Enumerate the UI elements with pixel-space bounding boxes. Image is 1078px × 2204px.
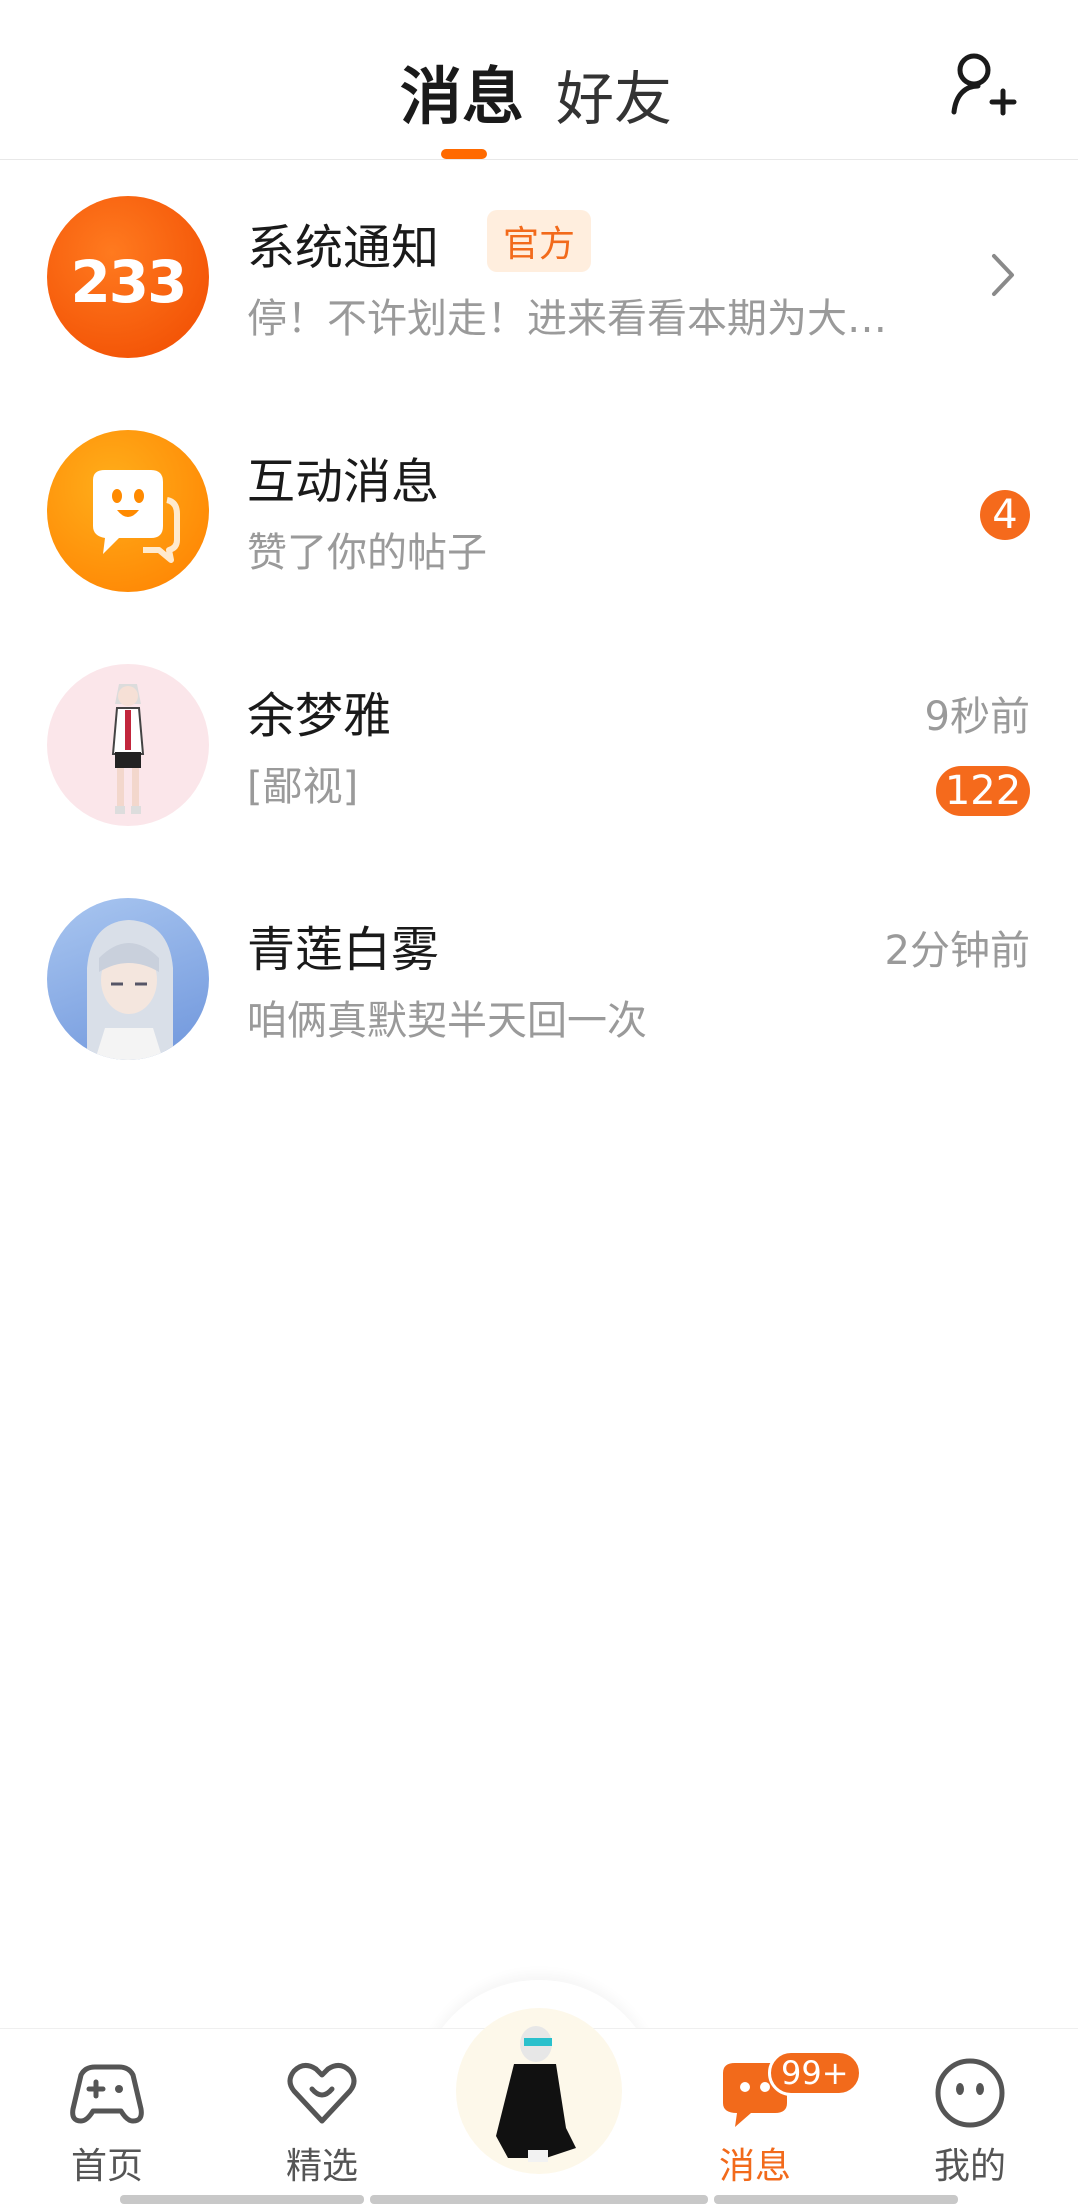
- nav-home[interactable]: 首页: [47, 2055, 167, 2187]
- nav-featured-label: 精选: [285, 2146, 358, 2187]
- timestamp: 9秒前: [924, 694, 1030, 740]
- chevron-right-icon[interactable]: [988, 250, 1018, 300]
- conversation-title: 余梦雅: [247, 688, 392, 744]
- nav-profile-label: 我的: [933, 2146, 1006, 2187]
- conversation-preview: [鄙视]: [247, 764, 359, 810]
- list-item-system-notice[interactable]: 233 系统通知 官方 停！不许划走！进来看看本期为大…: [0, 160, 1078, 394]
- gesture-bar-segment: [370, 2195, 708, 2204]
- heart-chat-icon: [284, 2055, 360, 2131]
- tab-active-indicator: [441, 149, 487, 159]
- avatar-233-label: 233: [70, 248, 187, 316]
- avatar: [47, 664, 209, 826]
- gesture-bar-segment: [120, 2195, 364, 2204]
- tab-friends[interactable]: 好友: [556, 52, 672, 136]
- list-item-conversation[interactable]: 青莲白雾 2分钟前 咱俩真默契半天回一次: [0, 862, 1078, 1096]
- list-item-conversation[interactable]: 余梦雅 9秒前 [鄙视] 122: [0, 628, 1078, 862]
- conversation-title: 系统通知: [247, 220, 440, 276]
- official-badge: 官方: [487, 210, 592, 272]
- gesture-bar-segment: [714, 2195, 958, 2204]
- top-header: 消息 好友: [0, 0, 1078, 160]
- conversation-preview: 咱俩真默契半天回一次: [247, 998, 647, 1044]
- conversation-title: 青莲白雾: [247, 922, 440, 978]
- smiley-icon: [932, 2055, 1008, 2131]
- chat-bubble-icon: [47, 430, 209, 592]
- add-user-icon[interactable]: [948, 50, 1018, 120]
- avatar: [47, 898, 209, 1060]
- nav-profile[interactable]: 我的: [910, 2055, 1030, 2187]
- conversation-preview: 停！不许划走！进来看看本期为大…: [247, 296, 887, 342]
- nav-messages-label: 消息: [718, 2146, 791, 2187]
- gamepad-icon: [69, 2055, 145, 2131]
- unread-badge: 122: [936, 766, 1030, 816]
- timestamp: 2分钟前: [884, 928, 1030, 974]
- tab-messages[interactable]: 消息: [400, 46, 524, 136]
- list-item-interactions[interactable]: 互动消息 赞了你的帖子 4: [0, 394, 1078, 628]
- conversation-preview: 赞了你的帖子: [247, 530, 487, 576]
- nav-messages-badge: 99+: [768, 2050, 862, 2096]
- nav-home-label: 首页: [70, 2146, 143, 2187]
- nav-featured[interactable]: 精选: [262, 2055, 382, 2187]
- unread-badge: 4: [980, 490, 1030, 540]
- avatar-233: 233: [47, 196, 209, 358]
- conversation-title: 互动消息: [247, 454, 440, 510]
- center-avatar[interactable]: [456, 2008, 622, 2174]
